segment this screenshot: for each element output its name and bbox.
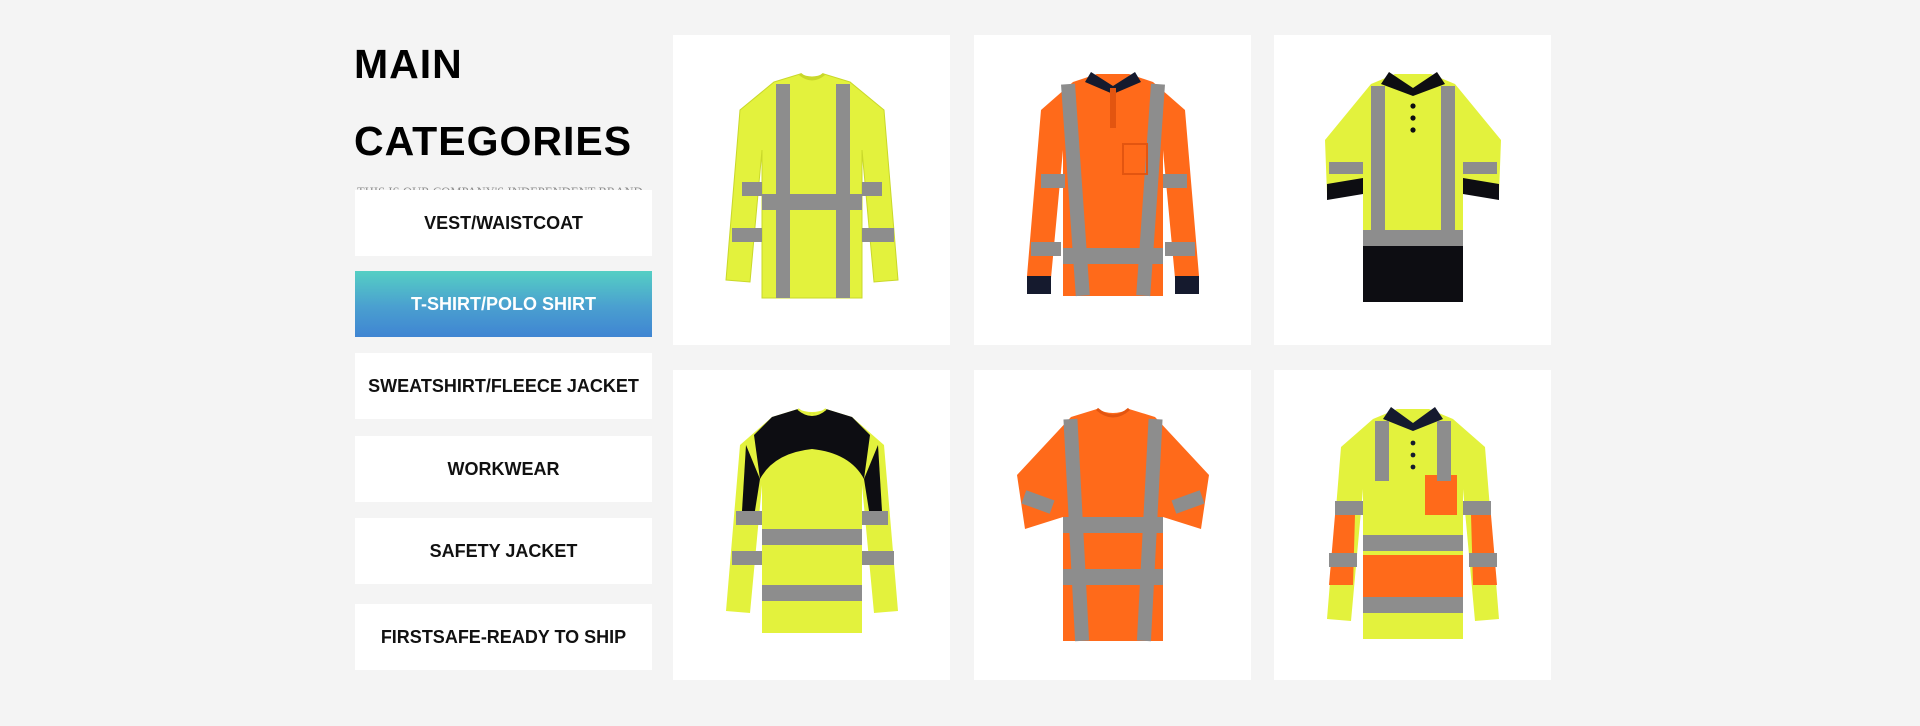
hi-vis-orange-tshirt-image xyxy=(1016,407,1209,642)
section-title-line2: CATEGORIES xyxy=(354,118,633,164)
hi-vis-orange-long-sleeve-polo-image xyxy=(1026,72,1199,297)
product-card[interactable] xyxy=(673,370,950,680)
product-card[interactable] xyxy=(974,35,1251,345)
category-workwear[interactable]: WORKWEAR xyxy=(355,436,652,502)
hi-vis-yellow-long-sleeve-tshirt-image xyxy=(724,72,899,299)
hi-vis-yellow-orange-long-sleeve-polo-image xyxy=(1326,407,1499,639)
hi-vis-yellow-navy-polo-image xyxy=(1324,72,1501,302)
product-card[interactable] xyxy=(1274,35,1551,345)
category-vest-waistcoat[interactable]: VEST/WAISTCOAT xyxy=(355,190,652,256)
category-sweatshirt-fleece-jacket[interactable]: SWEATSHIRT/FLEECE JACKET xyxy=(355,353,652,419)
product-card[interactable] xyxy=(1274,370,1551,680)
hi-vis-yellow-black-long-sleeve-tshirt-image xyxy=(725,408,898,633)
category-tshirt-polo-shirt[interactable]: T-SHIRT/POLO SHIRT xyxy=(355,271,652,337)
product-card[interactable] xyxy=(673,35,950,345)
category-safety-jacket[interactable]: SAFETY JACKET xyxy=(355,518,652,584)
product-card[interactable] xyxy=(974,370,1251,680)
section-title: MAIN CATEGORIES xyxy=(354,38,652,167)
section-title-line1: MAIN xyxy=(354,41,463,87)
category-firstsafe-ready-to-ship[interactable]: FIRSTSAFE-READY TO SHIP xyxy=(355,604,652,670)
category-sidebar: MAIN CATEGORIES THIS IS OUR COMPANY'S IN… xyxy=(354,38,652,200)
